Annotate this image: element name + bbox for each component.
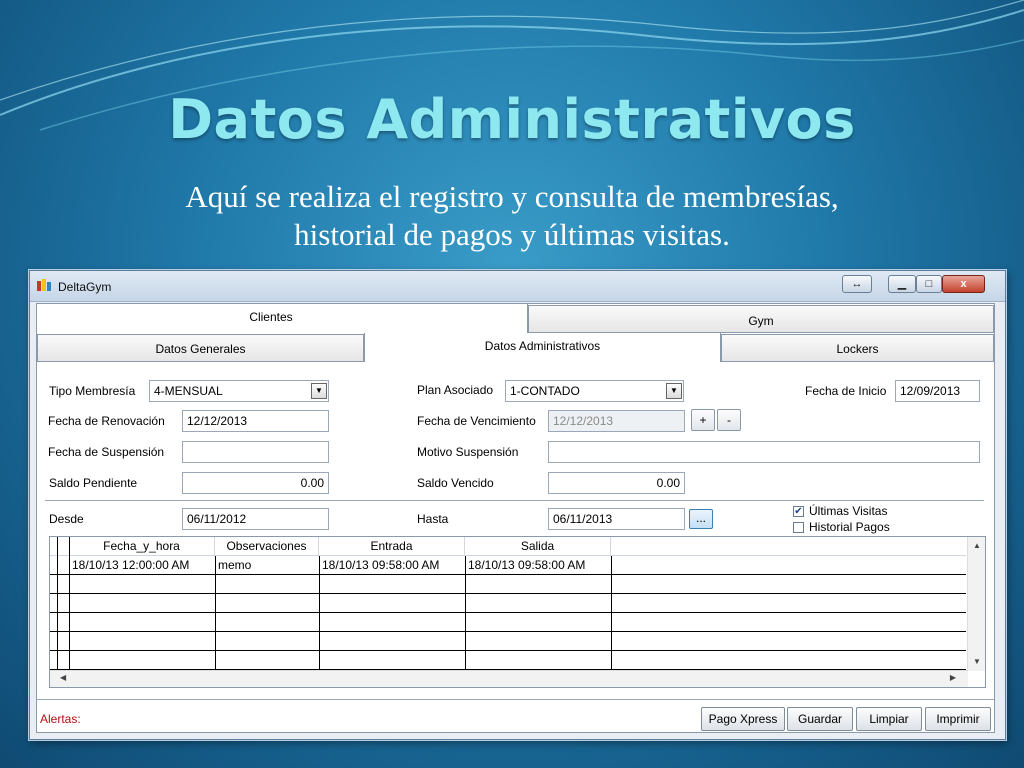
imprimir-button[interactable]: Imprimir — [925, 707, 991, 731]
historial-pagos-checkbox[interactable] — [793, 522, 804, 533]
scroll-right-icon[interactable]: ▶ — [950, 673, 956, 682]
saldo-vencido-label: Saldo Vencido — [417, 476, 494, 490]
tab-gym[interactable]: Gym — [528, 305, 994, 333]
search-dots-button[interactable]: ... — [689, 509, 713, 529]
tab-datos-administrativos[interactable]: Datos Administrativos — [364, 333, 721, 362]
fecha-vencimiento-field: 12/12/2013 — [548, 410, 685, 432]
tab-lockers-label: Lockers — [836, 342, 879, 356]
minimize-button[interactable]: ▁ — [888, 275, 916, 293]
motivo-suspension-label: Motivo Suspensión — [417, 445, 519, 459]
column-divider — [69, 537, 70, 670]
fecha-suspension-field[interactable] — [182, 441, 329, 463]
column-divider — [611, 556, 612, 670]
table-row[interactable] — [50, 651, 966, 670]
scroll-left-icon[interactable]: ◀ — [60, 673, 66, 682]
tab-datos-generales[interactable]: Datos Generales — [37, 334, 364, 362]
fecha-vencimiento-label: Fecha de Vencimiento — [417, 414, 536, 428]
ultimas-visitas-checkbox[interactable]: ✔ — [793, 506, 804, 517]
tipo-membresia-select[interactable]: 4-MENSUAL ▼ — [149, 380, 329, 402]
horizontal-scrollbar[interactable]: ◀ ▶ — [50, 670, 968, 687]
column-header[interactable]: Observaciones — [215, 537, 319, 555]
subtitle-line-1: Aquí se realiza el registro y consulta d… — [185, 179, 839, 214]
fecha-renovacion-field[interactable]: 12/12/2013 — [182, 410, 329, 432]
app-icon — [37, 279, 51, 291]
saldo-pendiente-field[interactable]: 0.00 — [182, 472, 329, 494]
tab-clientes-label: Clientes — [249, 310, 293, 324]
maximize-button[interactable]: □ — [916, 275, 942, 293]
fecha-inicio-field[interactable]: 12/09/2013 — [895, 380, 980, 402]
resize-icon[interactable]: ↔ — [842, 275, 872, 293]
app-window: DeltaGym ↔ ▁ □ x Clientes Gym Datos Gene… — [29, 270, 1006, 740]
check-icon: ✔ — [794, 506, 803, 517]
close-button[interactable]: x — [942, 275, 985, 293]
table-cell: memo — [218, 558, 252, 572]
tab-lockers[interactable]: Lockers — [721, 334, 994, 362]
tab-clientes[interactable]: Clientes — [37, 304, 528, 334]
plan-asociado-select[interactable]: 1-CONTADO ▼ — [505, 380, 684, 402]
plan-asociado-value: 1-CONTADO — [510, 384, 580, 398]
alertas-label: Alertas: — [40, 712, 81, 726]
pago-xpress-button[interactable]: Pago Xpress — [701, 707, 785, 731]
table-cell: 18/10/13 09:58:00 AM — [322, 558, 440, 572]
tipo-membresia-value: 4-MENSUAL — [154, 384, 223, 398]
add-button[interactable]: + — [691, 409, 715, 431]
subtitle-line-2: historial de pagos y últimas visitas. — [294, 217, 730, 252]
section-divider — [45, 500, 984, 501]
remove-button[interactable]: - — [717, 409, 741, 431]
table-row[interactable] — [50, 594, 966, 613]
window-title: DeltaGym — [58, 280, 112, 294]
column-header[interactable]: Fecha_y_hora — [69, 537, 215, 555]
hasta-field[interactable]: 06/11/2013 — [548, 508, 685, 530]
visits-table[interactable]: ▲ ▼ ◀ ▶ Fecha_y_hora Observaciones Entrada… — [49, 536, 986, 688]
table-row[interactable] — [50, 613, 966, 632]
scroll-down-icon[interactable]: ▼ — [973, 657, 981, 666]
table-row[interactable] — [50, 632, 966, 651]
slide-subtitle: Aquí se realiza el registro y consulta d… — [60, 178, 964, 254]
fecha-renovacion-label: Fecha de Renovación — [48, 414, 165, 428]
column-header[interactable]: Entrada — [319, 537, 465, 555]
hasta-label: Hasta — [417, 512, 449, 526]
tipo-membresia-label: Tipo Membresía — [49, 384, 136, 398]
window-titlebar[interactable]: DeltaGym ↔ ▁ □ x — [30, 271, 1005, 302]
motivo-suspension-field[interactable] — [548, 441, 980, 463]
desde-field[interactable]: 06/11/2012 — [182, 508, 329, 530]
chevron-down-icon[interactable]: ▼ — [666, 383, 682, 399]
fecha-inicio-label: Fecha de Inicio — [805, 384, 887, 398]
table-row[interactable] — [50, 575, 966, 594]
saldo-vencido-field[interactable]: 0.00 — [548, 472, 685, 494]
slide-title: Datos Administrativos — [168, 88, 856, 151]
saldo-pendiente-label: Saldo Pendiente — [49, 476, 138, 490]
column-divider — [215, 556, 216, 670]
chevron-down-icon[interactable]: ▼ — [311, 383, 327, 399]
column-divider — [319, 556, 320, 670]
guardar-button[interactable]: Guardar — [787, 707, 853, 731]
main-panel: Clientes Gym Datos Generales Datos Admin… — [36, 303, 995, 733]
column-divider — [465, 556, 466, 670]
tab-datos-administrativos-label: Datos Administrativos — [484, 339, 601, 353]
historial-pagos-label: Historial Pagos — [809, 520, 890, 534]
fecha-suspension-label: Fecha de Suspensión — [48, 445, 165, 459]
column-header[interactable]: Salida — [465, 537, 611, 555]
status-bar: Alertas: Pago Xpress Guardar Limpiar Imp… — [37, 699, 994, 732]
tab-gym-label: Gym — [748, 314, 774, 328]
desde-label: Desde — [49, 512, 84, 526]
limpiar-button[interactable]: Limpiar — [856, 707, 922, 731]
plan-asociado-label: Plan Asociado — [417, 383, 494, 397]
table-cell: 18/10/13 12:00:00 AM — [72, 558, 190, 572]
column-divider — [57, 537, 58, 670]
scroll-up-icon[interactable]: ▲ — [973, 541, 981, 550]
ultimas-visitas-label: Últimas Visitas — [809, 504, 888, 518]
table-cell: 18/10/13 09:58:00 AM — [468, 558, 586, 572]
vertical-scrollbar[interactable]: ▲ ▼ — [967, 537, 985, 671]
tab-datos-generales-label: Datos Generales — [155, 342, 246, 356]
